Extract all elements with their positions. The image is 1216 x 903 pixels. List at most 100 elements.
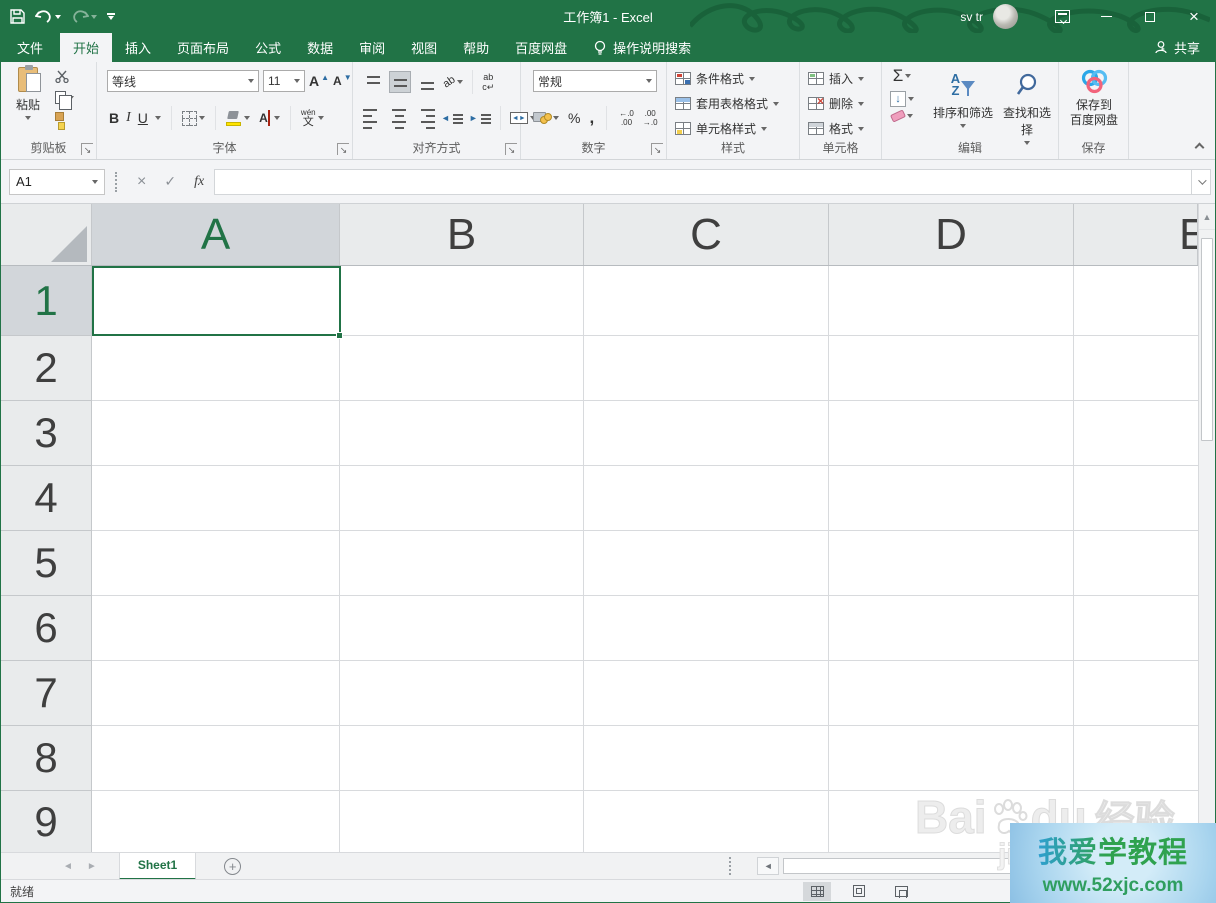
clear-button[interactable] <box>889 109 914 123</box>
percent-style-button[interactable]: % <box>568 110 580 126</box>
sheet-tab-sheet1[interactable]: Sheet1 <box>118 852 197 880</box>
tab-file[interactable]: 文件 <box>0 33 60 62</box>
column-header-E[interactable]: E <box>1074 204 1198 265</box>
active-cell-selection[interactable] <box>92 266 341 336</box>
grid-row[interactable] <box>92 596 1198 661</box>
find-select-button[interactable]: 查找和选择 <box>998 68 1056 145</box>
number-dialog-launcher[interactable]: ↘ <box>651 143 663 155</box>
insert-function-button[interactable]: fx <box>194 174 204 190</box>
page-layout-view-button[interactable] <box>845 882 873 901</box>
new-sheet-button[interactable]: + <box>224 857 242 875</box>
tab-baidu-netdisk[interactable]: 百度网盘 <box>502 33 580 62</box>
paste-button[interactable]: 粘贴 <box>7 65 49 120</box>
expand-formula-bar-button[interactable] <box>1191 168 1211 195</box>
format-cells-button[interactable]: 格式 <box>800 116 881 141</box>
grid-row[interactable] <box>92 661 1198 726</box>
tab-home[interactable]: 开始 <box>60 33 113 62</box>
font-size-combo[interactable]: 11 <box>263 70 305 92</box>
row-header-9[interactable]: 9 <box>1 791 91 852</box>
grow-font-button[interactable]: A ▲ <box>309 73 329 90</box>
middle-align-button[interactable] <box>389 71 411 93</box>
row-header-5[interactable]: 5 <box>1 531 91 596</box>
align-right-button[interactable] <box>415 107 435 129</box>
sort-filter-button[interactable]: AZ 排序和筛选 <box>928 68 998 128</box>
tab-data[interactable]: 数据 <box>294 33 346 62</box>
enter-button[interactable]: ✓ <box>164 173 176 190</box>
sheet-nav-left-icon[interactable]: ◄ <box>63 861 73 872</box>
tab-split-handle[interactable] <box>729 857 732 875</box>
italic-button[interactable]: I <box>126 110 131 126</box>
tell-me-search[interactable]: 操作说明搜索 <box>594 33 691 62</box>
grid-row[interactable] <box>92 336 1198 401</box>
number-format-combo[interactable]: 常规 <box>533 70 657 92</box>
horizontal-scroll-thumb[interactable] <box>783 858 1016 874</box>
cancel-button[interactable]: × <box>137 173 146 191</box>
page-break-view-button[interactable] <box>887 882 915 901</box>
clipboard-dialog-launcher[interactable]: ↘ <box>81 143 93 155</box>
scroll-up-arrow[interactable]: ▲ <box>1199 204 1215 230</box>
underline-caret[interactable] <box>154 116 161 120</box>
conditional-formatting-button[interactable]: 条件格式 <box>667 66 799 91</box>
sheet-nav-right-icon[interactable]: ► <box>87 861 97 872</box>
wrap-text-button[interactable]: ab c↵ <box>482 73 494 92</box>
row-header-4[interactable]: 4 <box>1 466 91 531</box>
align-center-button[interactable] <box>389 107 409 129</box>
tab-formulas[interactable]: 公式 <box>242 33 294 62</box>
insert-cells-button[interactable]: 插入 <box>800 66 881 91</box>
font-color-button[interactable]: A <box>257 110 280 126</box>
borders-button[interactable] <box>181 110 205 126</box>
maximize-button[interactable] <box>1128 0 1172 33</box>
row-header-6[interactable]: 6 <box>1 596 91 661</box>
autosum-button[interactable]: Σ <box>890 66 914 86</box>
decrease-decimal-button[interactable]: .00 →.0 <box>643 109 658 127</box>
copy-button[interactable] <box>55 91 74 110</box>
column-header-B[interactable]: B <box>340 204 584 265</box>
name-box[interactable]: A1 <box>9 168 105 195</box>
cut-button[interactable] <box>55 70 69 83</box>
save-to-baidu-button[interactable]: 保存到 百度网盘 <box>1062 68 1126 128</box>
delete-cells-button[interactable]: 删除 <box>800 91 881 116</box>
tab-view[interactable]: 视图 <box>398 33 450 62</box>
close-button[interactable]: × <box>1172 0 1216 33</box>
collapse-ribbon-button[interactable] <box>1194 142 1205 153</box>
row-header-1[interactable]: 1 <box>1 266 91 336</box>
bottom-align-button[interactable] <box>417 72 437 92</box>
normal-view-button[interactable] <box>803 881 831 901</box>
ribbon-display-options-button[interactable] <box>1040 0 1084 33</box>
user-avatar[interactable] <box>993 4 1018 29</box>
scroll-left-arrow[interactable]: ◄ <box>757 857 780 875</box>
fill-button[interactable]: ↓ <box>890 91 914 107</box>
vertical-scrollbar[interactable]: ▲ <box>1198 204 1215 852</box>
minimize-button[interactable] <box>1084 0 1128 33</box>
column-header-C[interactable]: C <box>584 204 829 265</box>
tab-insert[interactable]: 插入 <box>112 33 164 62</box>
row-header-8[interactable]: 8 <box>1 726 91 791</box>
format-painter-button[interactable] <box>55 112 65 130</box>
column-header-D[interactable]: D <box>829 204 1074 265</box>
font-name-combo[interactable]: 等线 <box>107 70 259 92</box>
align-left-button[interactable] <box>363 107 383 129</box>
cell-styles-button[interactable]: 单元格样式 <box>667 116 799 141</box>
fill-color-button[interactable] <box>225 110 250 126</box>
grid-row[interactable] <box>92 401 1198 466</box>
row-header-3[interactable]: 3 <box>1 401 91 466</box>
bold-button[interactable]: B <box>109 110 119 126</box>
decrease-indent-button[interactable]: ◄ <box>441 112 463 124</box>
increase-indent-button[interactable]: ► <box>469 112 491 124</box>
cell-area[interactable] <box>92 266 1198 852</box>
grid-row[interactable] <box>92 466 1198 531</box>
comma-style-button[interactable]: , <box>589 108 594 128</box>
formula-input[interactable] <box>214 168 1191 195</box>
grid-row[interactable] <box>92 531 1198 596</box>
tab-page-layout[interactable]: 页面布局 <box>164 33 242 62</box>
shrink-font-button[interactable]: A ▼ <box>333 73 352 89</box>
accounting-format-button[interactable] <box>533 111 559 125</box>
row-header-7[interactable]: 7 <box>1 661 91 726</box>
fill-handle[interactable] <box>336 332 343 339</box>
phonetic-button[interactable]: wén 文 <box>301 108 324 128</box>
tab-help[interactable]: 帮助 <box>450 33 502 62</box>
tab-review[interactable]: 审阅 <box>346 33 398 62</box>
underline-button[interactable]: U <box>138 110 148 126</box>
font-dialog-launcher[interactable]: ↘ <box>337 143 349 155</box>
signed-in-user[interactable]: sv tr <box>960 10 983 24</box>
